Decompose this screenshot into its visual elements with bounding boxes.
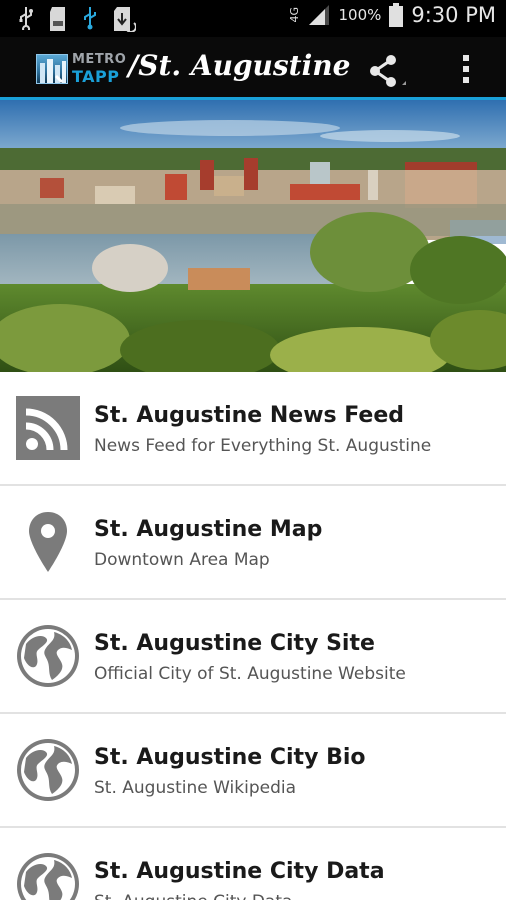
app-bar: METRO TAPP /St. Augustine (0, 37, 506, 100)
status-time: 9:30 PM (411, 3, 496, 27)
usb-icon (19, 7, 33, 30)
globe-icon (16, 852, 80, 900)
list-item-subtitle: Official City of St. Augustine Website (94, 664, 406, 684)
signal-icon (309, 5, 330, 25)
network-type-label: 4G (288, 7, 302, 23)
globe-icon (16, 738, 80, 802)
logo-skyline-icon (36, 54, 68, 84)
status-bar: 4G 100% 9:30 PM (0, 0, 506, 37)
list-item-subtitle: St. Augustine Wikipedia (94, 778, 297, 798)
list-item-city-bio[interactable]: St. Augustine City Bio St. Augustine Wik… (0, 714, 506, 828)
battery-percent: 100% (338, 6, 382, 24)
overflow-menu-button[interactable] (452, 51, 480, 87)
notification-icons (18, 6, 136, 32)
share-button[interactable] (366, 53, 406, 89)
list-item-subtitle: St. Augustine City Data (94, 892, 292, 900)
logo-tapp-text: TAPP (72, 67, 120, 86)
list-item-title: St. Augustine City Data (94, 859, 385, 884)
map-pin-icon (16, 510, 80, 574)
logo-metro-text: METRO (72, 52, 127, 67)
battery-icon (389, 3, 404, 27)
city-skyline-photo (0, 100, 506, 372)
globe-icon (16, 624, 80, 688)
metro-tapp-logo[interactable]: METRO TAPP (36, 52, 126, 86)
list-item-title: St. Augustine News Feed (94, 403, 405, 428)
list-item-subtitle: News Feed for Everything St. Augustine (94, 436, 432, 456)
download-icon (114, 7, 136, 32)
list-item-title: St. Augustine Map (94, 517, 323, 542)
list-item-city-data[interactable]: St. Augustine City Data St. Augustine Ci… (0, 828, 506, 900)
sd-card-icon (50, 7, 65, 31)
list-item-news-feed[interactable]: St. Augustine News Feed News Feed for Ev… (0, 372, 506, 486)
overflow-menu-icon (463, 55, 469, 83)
list-item-title: St. Augustine City Bio (94, 745, 366, 770)
list-item-subtitle: Downtown Area Map (94, 550, 270, 570)
rss-feed-icon (16, 396, 80, 460)
list-item-title: St. Augustine City Site (94, 631, 375, 656)
share-icon (370, 55, 406, 87)
list-item-city-site[interactable]: St. Augustine City Site Official City of… (0, 600, 506, 714)
usb-debug-icon (84, 7, 96, 30)
app-title: /St. Augustine (128, 49, 351, 82)
system-status: 4G 100% 9:30 PM (288, 3, 496, 27)
list-item-map[interactable]: St. Augustine Map Downtown Area Map (0, 486, 506, 600)
